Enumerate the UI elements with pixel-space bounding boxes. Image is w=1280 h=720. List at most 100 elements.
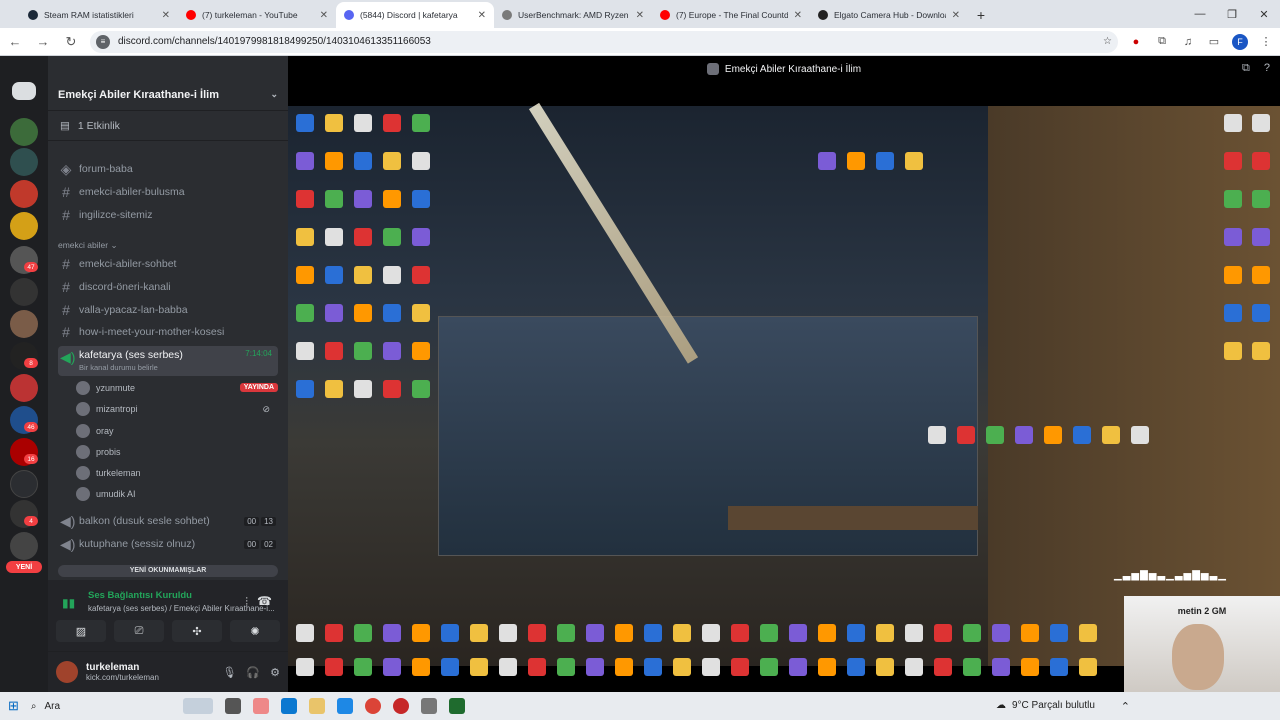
desktop-shortcut-icon[interactable]	[818, 658, 836, 676]
desktop-shortcut-icon[interactable]	[702, 658, 720, 676]
desktop-shortcut-icon[interactable]	[325, 228, 343, 246]
new-unreads-bar[interactable]: YENİ OKUNMAMIŞLAR	[58, 565, 278, 577]
weather-widget[interactable]: ☁ 9°C Parçalı bulutlu	[996, 700, 1095, 711]
desktop-shortcut-icon[interactable]	[789, 658, 807, 676]
server-icon[interactable]	[10, 374, 38, 402]
screen-share-icon[interactable]: ⎚	[114, 620, 164, 642]
desktop-shortcut-icon[interactable]	[354, 190, 372, 208]
desktop-shortcut-icon[interactable]	[673, 624, 691, 642]
desktop-shortcut-icon[interactable]	[905, 658, 923, 676]
desktop-shortcut-icon[interactable]	[383, 342, 401, 360]
server-icon[interactable]	[10, 148, 38, 176]
server-icon[interactable]	[10, 212, 38, 240]
file-explorer-icon[interactable]	[308, 698, 325, 714]
desktop-shortcut-icon[interactable]	[1073, 426, 1091, 444]
desktop-shortcut-icon[interactable]	[1224, 114, 1242, 132]
desktop-shortcut-icon[interactable]	[847, 624, 865, 642]
desktop-shortcut-icon[interactable]	[1015, 426, 1033, 444]
minimize-icon[interactable]: —	[1184, 0, 1216, 28]
desktop-shortcut-icon[interactable]	[383, 658, 401, 676]
desktop-shortcut-icon[interactable]	[412, 380, 430, 398]
desktop-shortcut-icon[interactable]	[383, 380, 401, 398]
server-icon[interactable]	[10, 278, 38, 306]
desktop-shortcut-icon[interactable]	[963, 624, 981, 642]
back-icon[interactable]: ←	[6, 34, 24, 49]
desktop-shortcut-icon[interactable]	[528, 658, 546, 676]
desktop-shortcut-icon[interactable]	[1252, 228, 1270, 246]
desktop-shortcut-icon[interactable]	[296, 658, 314, 676]
desktop-shortcut-icon[interactable]	[354, 658, 372, 676]
server-icon[interactable]	[10, 180, 38, 208]
desktop-shortcut-icon[interactable]	[1050, 658, 1068, 676]
desktop-shortcut-icon[interactable]	[557, 658, 575, 676]
desktop-shortcut-icon[interactable]	[1252, 266, 1270, 284]
desktop-shortcut-icon[interactable]	[354, 342, 372, 360]
channel-ingilizce-sitemiz[interactable]: # ingilizce-sitemiz	[58, 205, 278, 225]
desktop-shortcut-icon[interactable]	[1131, 426, 1149, 444]
desktop-shortcut-icon[interactable]	[1252, 342, 1270, 360]
new-tab-button[interactable]: +	[968, 2, 994, 28]
media-icon[interactable]: ♫	[1180, 34, 1196, 50]
category-header[interactable]: emekci abiler ⌄	[58, 240, 118, 251]
desktop-shortcut-icon[interactable]	[644, 658, 662, 676]
desktop-shortcut-icon[interactable]	[1102, 426, 1120, 444]
desktop-shortcut-icon[interactable]	[615, 658, 633, 676]
desktop-shortcut-icon[interactable]	[325, 380, 343, 398]
desktop-shortcut-icon[interactable]	[325, 304, 343, 322]
desktop-shortcut-icon[interactable]	[992, 658, 1010, 676]
desktop-shortcut-icon[interactable]	[412, 658, 430, 676]
forward-icon[interactable]: →	[34, 34, 52, 49]
desktop-shortcut-icon[interactable]	[615, 624, 633, 642]
desktop-shortcut-icon[interactable]	[325, 266, 343, 284]
desktop-shortcut-icon[interactable]	[1021, 624, 1039, 642]
voice-channel-kafetarya[interactable]: ◀) kafetarya (ses serbes) Bir kanal duru…	[58, 346, 278, 376]
desktop-shortcut-icon[interactable]	[499, 624, 517, 642]
desktop-shortcut-icon[interactable]	[296, 152, 314, 170]
desktop-shortcut-icon[interactable]	[876, 624, 894, 642]
desktop-shortcut-icon[interactable]	[354, 114, 372, 132]
extension-icon[interactable]: ●	[1128, 34, 1144, 50]
outlook-icon[interactable]	[336, 698, 353, 714]
discord-home-icon[interactable]	[12, 82, 36, 100]
desktop-shortcut-icon[interactable]	[354, 228, 372, 246]
browser-tab[interactable]: (5844) Discord | kafetarya ✕	[336, 2, 494, 28]
edge-icon[interactable]	[280, 698, 297, 714]
browser-tab[interactable]: UserBenchmark: AMD Ryzen 7 ✕	[494, 2, 652, 28]
browser-tab[interactable]: Elgato Camera Hub - Download ✕	[810, 2, 968, 28]
desktop-shortcut-icon[interactable]	[905, 152, 923, 170]
copilot-icon[interactable]	[252, 698, 269, 714]
popout-icon[interactable]: ⧉	[1242, 62, 1250, 75]
desktop-shortcut-icon[interactable]	[847, 658, 865, 676]
close-tab-icon[interactable]: ✕	[952, 10, 960, 21]
desktop-shortcut-icon[interactable]	[928, 426, 946, 444]
desktop-shortcut-icon[interactable]	[760, 658, 778, 676]
desktop-shortcut-icon[interactable]	[296, 624, 314, 642]
signal-icon[interactable]: ▮▮	[62, 596, 75, 610]
desktop-shortcut-icon[interactable]	[354, 304, 372, 322]
server-header[interactable]: Emekçi Abiler Kıraathane-i İlim ⌄	[48, 79, 288, 111]
desktop-shortcut-icon[interactable]	[876, 152, 894, 170]
app-icon[interactable]	[448, 698, 465, 714]
new-unreads-badge[interactable]: YENİ	[6, 561, 42, 573]
channel-emekci-abiler-sohbet[interactable]: # emekci-abiler-sohbet	[58, 254, 278, 274]
desktop-shortcut-icon[interactable]	[325, 152, 343, 170]
desktop-shortcut-icon[interactable]	[383, 624, 401, 642]
desktop-shortcut-icon[interactable]	[441, 624, 459, 642]
profile-avatar[interactable]: F	[1232, 33, 1248, 50]
desktop-shortcut-icon[interactable]	[1252, 152, 1270, 170]
task-view-icon[interactable]	[224, 698, 241, 714]
app-icon[interactable]	[392, 698, 409, 714]
browser-tab[interactable]: Steam RAM istatistikleri ✕	[20, 2, 178, 28]
channel-discord-oneri-kanali[interactable]: # discord-öneri-kanali	[58, 277, 278, 297]
desktop-shortcut-icon[interactable]	[354, 266, 372, 284]
disconnect-icon[interactable]: ☎	[257, 594, 272, 608]
desktop-shortcut-icon[interactable]	[986, 426, 1004, 444]
desktop-shortcut-icon[interactable]	[412, 624, 430, 642]
desktop-shortcut-icon[interactable]	[325, 624, 343, 642]
desktop-shortcut-icon[interactable]	[441, 658, 459, 676]
desktop-shortcut-icon[interactable]	[296, 380, 314, 398]
close-tab-icon[interactable]: ✕	[636, 10, 644, 21]
channel-emekci-abiler-bulusma[interactable]: # emekci-abiler-bulusma	[58, 182, 278, 202]
close-tab-icon[interactable]: ✕	[794, 10, 802, 21]
desktop-shortcut-icon[interactable]	[528, 624, 546, 642]
